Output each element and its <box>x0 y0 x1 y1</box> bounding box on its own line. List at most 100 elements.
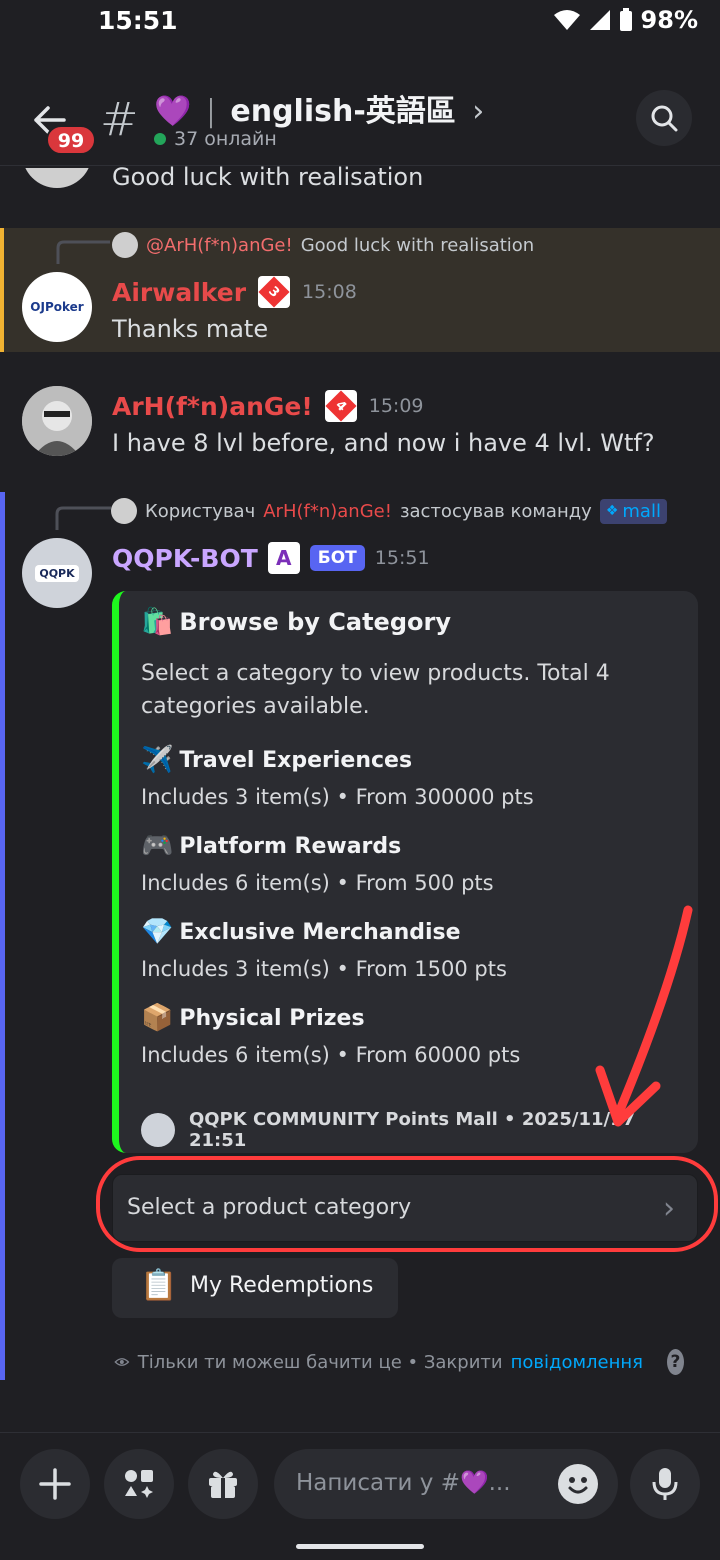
bot-avatar[interactable]: QQPK <box>22 538 92 608</box>
rank-badge-text: 3 <box>258 276 290 308</box>
category-item: 📦 Physical Prizes Includes 6 item(s) • Fr… <box>141 1003 520 1067</box>
reply-text: Good luck with realisation <box>300 234 535 256</box>
input-placeholder: Написати у #💜... <box>296 1470 511 1496</box>
category-title: Travel Experiences <box>179 747 413 773</box>
online-text: 37 онлайн <box>174 128 277 150</box>
apps-icon: ❖ <box>605 503 619 519</box>
category-desc: Includes 3 item(s) • From 300000 pts <box>141 785 534 809</box>
avatar[interactable]: OJPoker <box>22 272 92 342</box>
embed-description: Select a category to view products. Tota… <box>141 661 610 719</box>
message-text: Good luck with realisation <box>112 163 424 191</box>
dismiss-link[interactable]: повідомлення <box>511 1352 643 1373</box>
airplane-icon: ✈️ <box>141 745 174 775</box>
category-desc: Includes 6 item(s) • From 500 pts <box>141 871 494 895</box>
command-name: mall <box>622 500 661 522</box>
rank-badge-text: 4 <box>325 390 357 422</box>
online-count: 37 онлайн <box>154 128 277 150</box>
game-controller-icon: 🎮 <box>141 831 174 861</box>
search-icon <box>651 105 678 132</box>
embed-title: 🛍️ Browse by Category <box>141 607 451 637</box>
avatar-portrait <box>22 386 92 456</box>
category-title: Exclusive Merchandise <box>179 919 461 945</box>
status-time: 15:51 <box>98 6 178 35</box>
message-header: Airwalker 3 15:08 <box>112 276 357 308</box>
rank-badge-text: A <box>276 546 292 570</box>
command-info: Користувач ArH(f*n)anGe! застосував кома… <box>111 498 667 524</box>
hash-icon: # <box>100 92 139 146</box>
battery-icon <box>619 8 632 31</box>
timestamp: 15:08 <box>302 281 357 303</box>
timestamp: 15:51 <box>374 547 430 569</box>
category-item: 🎮 Platform Rewards Includes 6 item(s) • F… <box>141 831 494 895</box>
message-header: ArH(f*n)anGe! 4 15:09 <box>112 390 424 422</box>
message-text: I have 8 lvl before, and now i have 4 lv… <box>112 429 655 457</box>
reply-preview[interactable]: @ArH(f*n)anGe! Good luck with realisatio… <box>112 232 534 258</box>
my-redemptions-button[interactable]: 📋 My Redemptions <box>112 1258 398 1318</box>
prev-avatar[interactable] <box>22 168 92 188</box>
message-composer: Написати у #💜... <box>0 1432 720 1560</box>
battery-percent: 98% <box>640 6 698 34</box>
category-title: Physical Prizes <box>179 1005 365 1031</box>
message-input[interactable]: Написати у #💜... <box>274 1449 618 1519</box>
avatar[interactable] <box>22 386 92 456</box>
rank-badge-icon: 4 <box>324 390 357 422</box>
button-label: My Redemptions <box>190 1273 374 1298</box>
command-user-avatar <box>111 498 137 524</box>
apps-icon <box>125 1470 153 1498</box>
timestamp: 15:09 <box>368 395 424 417</box>
command-user[interactable]: ArH(f*n)anGe! <box>263 501 392 522</box>
footer-avatar <box>141 1113 175 1147</box>
message-header: QQPK-BOT A БОТ 15:51 <box>112 542 430 574</box>
reply-author: @ArH(f*n)anGe! <box>146 234 293 256</box>
online-dot-icon <box>154 133 166 145</box>
gem-icon: 💎 <box>141 917 174 947</box>
voice-button[interactable] <box>630 1449 700 1519</box>
rank-badge-icon: A <box>267 542 300 574</box>
clipboard-icon: 📋 <box>140 1268 178 1303</box>
bot-avatar-label: QQPK <box>35 564 79 582</box>
bot-tag: БОТ <box>309 545 365 571</box>
command-action: застосував команду <box>399 500 592 522</box>
reply-avatar <box>112 232 138 258</box>
search-button[interactable] <box>636 90 692 146</box>
home-indicator <box>296 1544 424 1549</box>
help-icon[interactable]: ? <box>666 1349 684 1375</box>
category-item: 💎 Exclusive Merchandise Includes 3 item(s… <box>141 917 507 981</box>
chevron-right-icon: › <box>472 94 485 129</box>
eye-icon <box>114 1358 130 1366</box>
channel-name: english-英語區 <box>230 94 456 129</box>
status-icons: 98% <box>553 6 698 34</box>
channel-title[interactable]: 💜 | english-英語區 › <box>154 86 484 130</box>
author-name[interactable]: ArH(f*n)anGe! <box>112 392 313 421</box>
signal-icon <box>589 10 610 30</box>
author-name[interactable]: Airwalker <box>112 278 246 307</box>
apps-button[interactable] <box>104 1449 174 1519</box>
gift-button[interactable] <box>188 1449 258 1519</box>
category-desc: Includes 3 item(s) • From 1500 pts <box>141 957 507 981</box>
message-text: Thanks mate <box>112 315 269 343</box>
highlight-circle-annotation <box>96 1156 718 1252</box>
gift-icon <box>209 1471 237 1498</box>
message-row[interactable]: ArH(f*n)anGe! 4 15:09 I have 8 lvl befor… <box>0 372 720 482</box>
red-arrow-annotation <box>595 905 693 1127</box>
command-chip[interactable]: ❖ mall <box>599 498 667 524</box>
wifi-icon <box>553 10 580 30</box>
bot-name[interactable]: QQPK-BOT <box>112 544 258 573</box>
status-bar: 15:51 98% <box>0 0 720 46</box>
ephemeral-text: Тільки ти можеш бачити це • Закрити <box>137 1351 503 1373</box>
add-button[interactable] <box>20 1449 90 1519</box>
microphone-icon <box>652 1468 678 1500</box>
channel-emoji: 💜 <box>154 94 192 129</box>
category-desc: Includes 6 item(s) • From 60000 pts <box>141 1043 521 1067</box>
reply-connector <box>56 240 110 264</box>
emoji-button[interactable] <box>558 1464 598 1504</box>
channel-header: 99 # 💜 | english-英語區 › 37 онлайн <box>0 80 720 166</box>
shopping-bags-icon: 🛍️ <box>141 607 174 637</box>
unread-badge: 99 <box>46 125 96 155</box>
avatar-logo: OJPoker <box>30 300 84 314</box>
plus-icon <box>39 1468 71 1500</box>
category-title: Platform Rewards <box>179 833 402 859</box>
smile-icon <box>568 1477 588 1494</box>
message-mention-highlight[interactable]: @ArH(f*n)anGe! Good luck with realisatio… <box>0 228 720 352</box>
category-item: ✈️ Travel Experiences Includes 3 item(s) … <box>141 745 534 809</box>
